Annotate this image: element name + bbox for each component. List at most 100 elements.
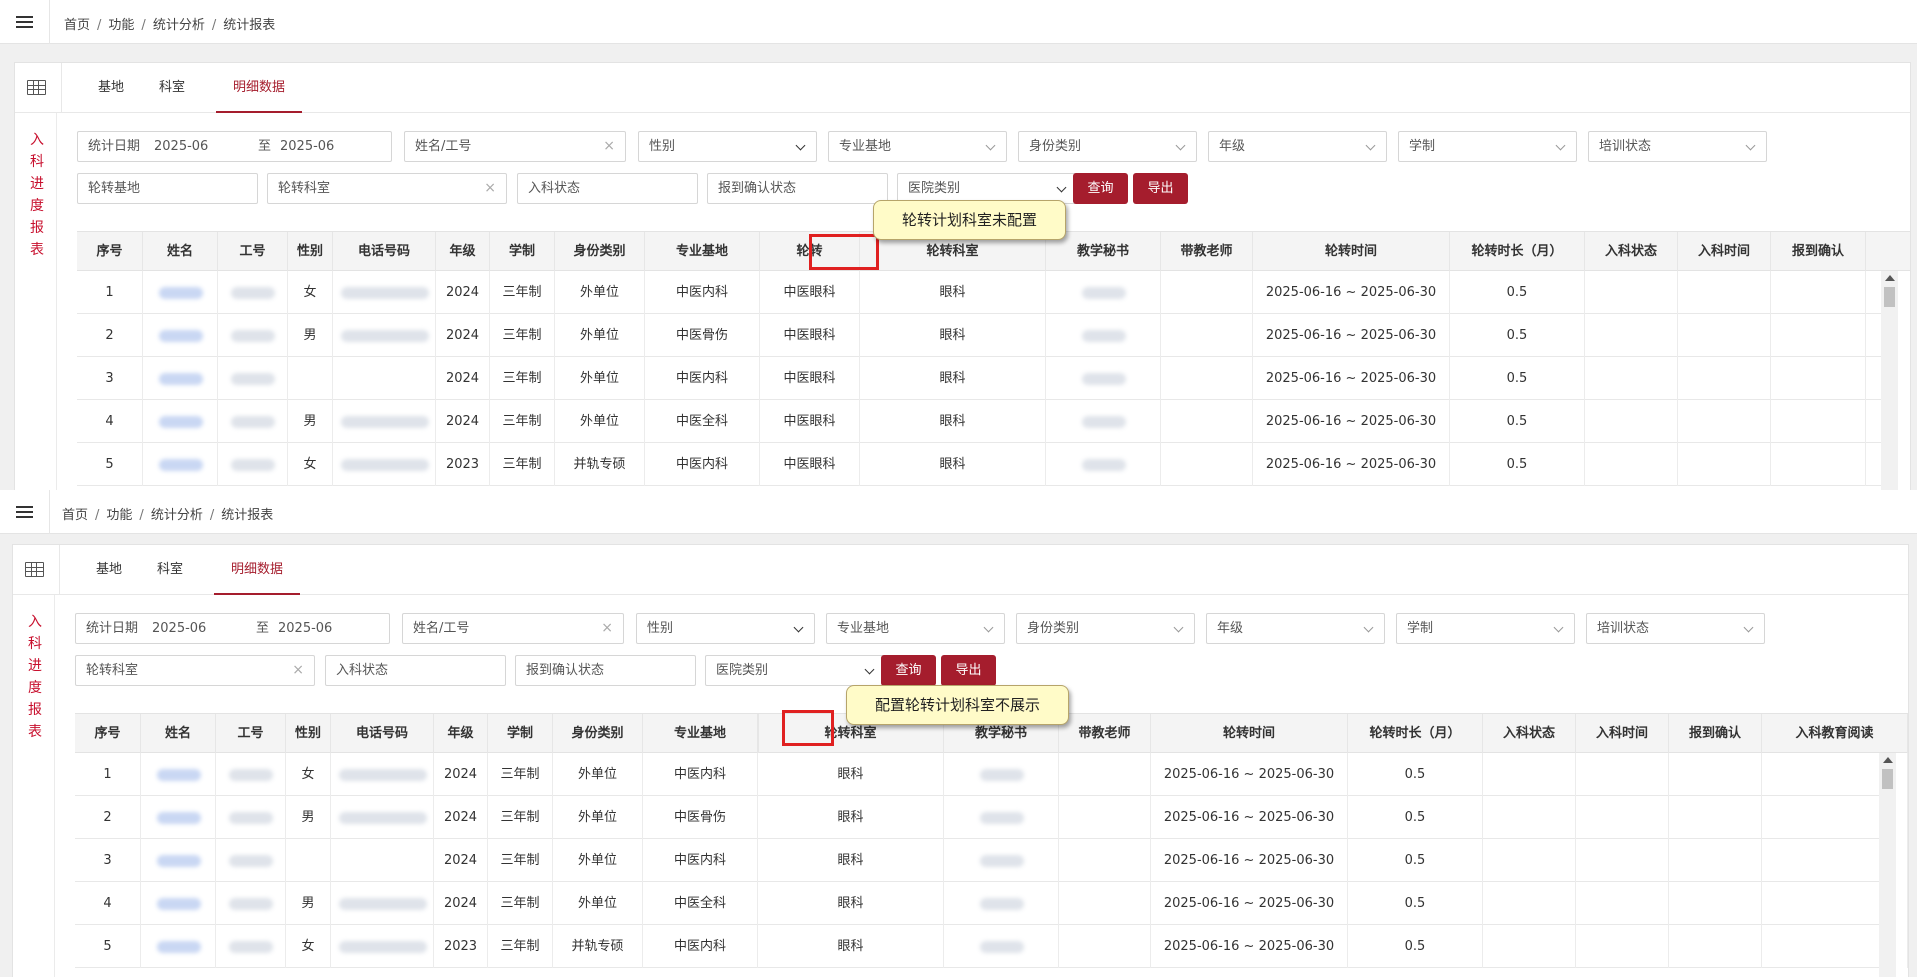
col-duration[interactable]: 轮转时长（月）	[1450, 232, 1585, 272]
col-gender[interactable]: 性别	[288, 232, 333, 272]
base-select[interactable]: 专业基地	[826, 613, 1005, 644]
training-status-select[interactable]: 培训状态	[1586, 613, 1765, 644]
tab-base[interactable]: 基地	[96, 63, 126, 113]
table-scrollbar[interactable]	[1881, 271, 1898, 490]
name-id-input[interactable]: 姓名/工号 ×	[402, 613, 624, 644]
col-phone[interactable]: 电话号码	[331, 714, 434, 754]
col-teacher[interactable]: 带教老师	[1059, 714, 1151, 754]
col-name[interactable]: 姓名	[141, 714, 216, 754]
table-row[interactable]: 4 男 2024 三年制 外单位 中医全科 中医眼科 眼科 2025-06-16 ~ 2025-…	[77, 400, 1881, 443]
table-row[interactable]: 2 男 2024 三年制 外单位 中医骨伤 眼科 2025-06-16 ~ 2025-06-3…	[75, 796, 1908, 839]
col-rotation-time[interactable]: 轮转时间	[1253, 232, 1450, 272]
table-row[interactable]: 2 男 2024 三年制 外单位 中医骨伤 中医眼科 眼科 2025-06-16 ~ 2025-…	[77, 314, 1881, 357]
export-button[interactable]: 导出	[1133, 173, 1188, 204]
col-name[interactable]: 姓名	[143, 232, 218, 272]
tab-detail[interactable]: 明细数据	[214, 545, 300, 595]
clear-icon[interactable]: ×	[292, 656, 304, 685]
breadcrumb-statistics[interactable]: 统计分析	[153, 18, 205, 33]
cell-phone	[331, 796, 434, 839]
report-status-input[interactable]: 报到确认状态	[515, 655, 696, 686]
system-select[interactable]: 学制	[1398, 131, 1577, 162]
menu-toggle-button[interactable]	[0, 490, 50, 534]
entry-status-input[interactable]: 入科状态	[325, 655, 506, 686]
col-identity[interactable]: 身份类别	[553, 714, 643, 754]
training-status-select[interactable]: 培训状态	[1588, 131, 1767, 162]
report-status-input[interactable]: 报到确认状态	[707, 173, 888, 204]
cell-time: 2025-06-16 ~ 2025-06-30	[1151, 753, 1348, 796]
clear-icon[interactable]: ×	[603, 132, 615, 161]
identity-select[interactable]: 身份类别	[1018, 131, 1197, 162]
col-no[interactable]: 序号	[75, 714, 141, 754]
cell-name	[141, 882, 216, 925]
tab-dept[interactable]: 科室	[155, 545, 185, 595]
col-base[interactable]: 专业基地	[643, 714, 758, 754]
cell-base: 中医骨伤	[643, 796, 758, 839]
gender-select[interactable]: 性别	[636, 613, 815, 644]
col-entry-time[interactable]: 入科时间	[1576, 714, 1669, 754]
col-gender[interactable]: 性别	[286, 714, 331, 754]
col-teacher[interactable]: 带教老师	[1161, 232, 1253, 272]
col-report-confirm[interactable]: 报到确认	[1771, 232, 1866, 272]
query-button[interactable]: 查询	[1073, 173, 1128, 204]
breadcrumb-home[interactable]: 首页	[64, 18, 90, 33]
tab-dept[interactable]: 科室	[157, 63, 187, 113]
col-no[interactable]: 序号	[77, 232, 143, 272]
date-to[interactable]: 2025-06	[280, 132, 334, 161]
tab-base[interactable]: 基地	[94, 545, 124, 595]
table-row[interactable]: 5 女 2023 三年制 并轨专硕 中医内科 中医眼科 眼科 2025-06-16 ~ 2025…	[77, 443, 1881, 486]
col-id[interactable]: 工号	[216, 714, 286, 754]
col-identity[interactable]: 身份类别	[555, 232, 645, 272]
table-row[interactable]: 5 女 2023 三年制 并轨专硕 中医内科 眼科 2025-06-16 ~ 2025-06-…	[75, 925, 1908, 968]
rotation-base-input[interactable]: 轮转基地	[77, 173, 258, 204]
table-row[interactable]: 3 2024 三年制 外单位 中医内科 中医眼科 眼科 2025-06-16 ~ 2025-0…	[77, 357, 1881, 400]
query-button[interactable]: 查询	[881, 655, 936, 686]
col-system[interactable]: 学制	[490, 232, 555, 272]
tab-detail[interactable]: 明细数据	[216, 63, 302, 113]
col-grade[interactable]: 年级	[434, 714, 488, 754]
col-rotation-time[interactable]: 轮转时间	[1151, 714, 1348, 754]
clear-icon[interactable]: ×	[601, 614, 613, 643]
breadcrumb-home[interactable]: 首页	[62, 508, 88, 523]
rotation-dept-input[interactable]: 轮转科室 ×	[75, 655, 315, 686]
col-report-confirm[interactable]: 报到确认	[1669, 714, 1762, 754]
table-row[interactable]: 3 2024 三年制 外单位 中医内科 眼科 2025-06-16 ~ 2025-06-30…	[75, 839, 1908, 882]
date-from[interactable]: 2025-06	[154, 132, 208, 161]
date-to[interactable]: 2025-06	[278, 614, 332, 643]
col-entry-status[interactable]: 入科状态	[1483, 714, 1576, 754]
date-range-input[interactable]: 统计日期 2025-06 至 2025-06	[75, 613, 390, 644]
table-row[interactable]: 4 男 2024 三年制 外单位 中医全科 眼科 2025-06-16 ~ 2025-06-3…	[75, 882, 1908, 925]
cell-system: 三年制	[490, 443, 555, 486]
table-scrollbar[interactable]	[1879, 753, 1896, 977]
cell-system: 三年制	[490, 357, 555, 400]
col-phone[interactable]: 电话号码	[333, 232, 436, 272]
breadcrumb-function[interactable]: 功能	[106, 508, 132, 523]
name-id-input[interactable]: 姓名/工号 ×	[404, 131, 626, 162]
col-entry-time[interactable]: 入科时间	[1678, 232, 1771, 272]
rotation-dept-input[interactable]: 轮转科室 ×	[267, 173, 507, 204]
export-button[interactable]: 导出	[941, 655, 996, 686]
breadcrumb-statistics[interactable]: 统计分析	[151, 508, 203, 523]
menu-toggle-button[interactable]	[0, 0, 50, 44]
system-select[interactable]: 学制	[1396, 613, 1575, 644]
table-row[interactable]: 1 女 2024 三年制 外单位 中医内科 中医眼科 眼科 2025-06-16 ~ 2025-…	[77, 271, 1881, 314]
clear-icon[interactable]: ×	[484, 174, 496, 203]
col-base[interactable]: 专业基地	[645, 232, 760, 272]
grade-select[interactable]: 年级	[1208, 131, 1387, 162]
identity-select[interactable]: 身份类别	[1016, 613, 1195, 644]
entry-status-input[interactable]: 入科状态	[517, 173, 698, 204]
breadcrumb-function[interactable]: 功能	[108, 18, 134, 33]
col-grade[interactable]: 年级	[436, 232, 490, 272]
grade-select[interactable]: 年级	[1206, 613, 1385, 644]
col-id[interactable]: 工号	[218, 232, 288, 272]
col-entry-education[interactable]: 入科教育阅读	[1762, 714, 1908, 754]
table-row[interactable]: 1 女 2024 三年制 外单位 中医内科 眼科 2025-06-16 ~ 2025-06-3…	[75, 753, 1908, 796]
gender-select[interactable]: 性别	[638, 131, 817, 162]
col-duration[interactable]: 轮转时长（月）	[1348, 714, 1483, 754]
cell-months: 0.5	[1450, 271, 1585, 314]
col-system[interactable]: 学制	[488, 714, 553, 754]
date-range-input[interactable]: 统计日期 2025-06 至 2025-06	[77, 131, 392, 162]
date-from[interactable]: 2025-06	[152, 614, 206, 643]
hospital-type-select[interactable]: 医院类别	[705, 655, 886, 686]
base-select[interactable]: 专业基地	[828, 131, 1007, 162]
col-entry-status[interactable]: 入科状态	[1585, 232, 1678, 272]
